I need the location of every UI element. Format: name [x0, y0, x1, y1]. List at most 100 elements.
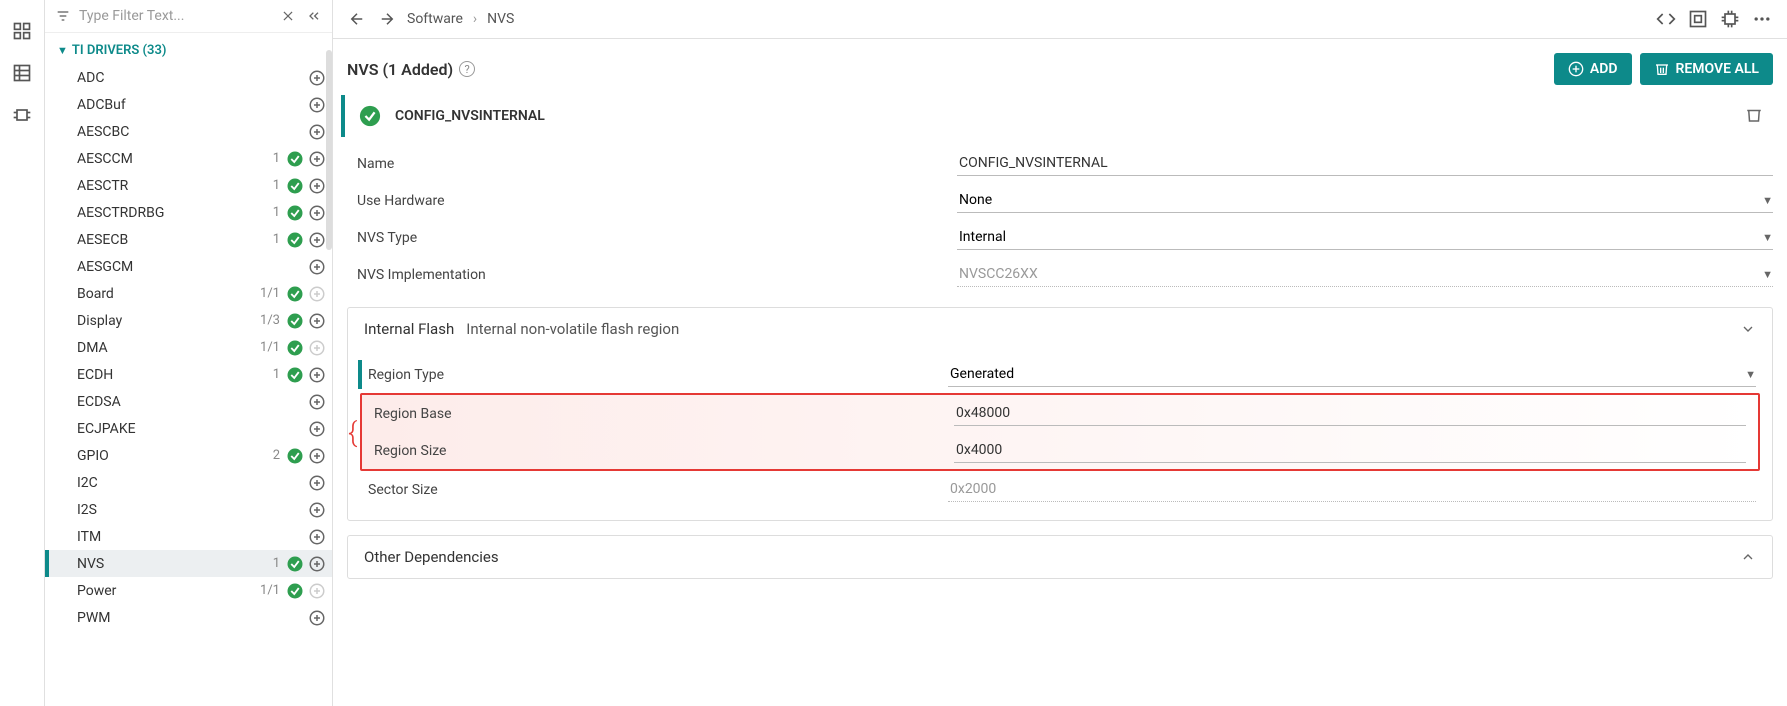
- check-circle-icon: [286, 123, 304, 141]
- breadcrumb-item[interactable]: NVS: [487, 11, 514, 27]
- plus-circle-icon[interactable]: [308, 258, 326, 276]
- tree-item[interactable]: Board1/1: [45, 280, 332, 307]
- config-bar[interactable]: CONFIG_NVSINTERNAL: [341, 95, 1779, 137]
- field-label: Use Hardware: [357, 193, 957, 209]
- tree-item-label: GPIO: [77, 448, 273, 464]
- main: Software › NVS NVS (1 Added) ? ADD REMOV…: [333, 0, 1787, 706]
- help-icon[interactable]: ?: [459, 61, 475, 77]
- plus-circle-icon[interactable]: [308, 609, 326, 627]
- plus-circle-icon[interactable]: [308, 366, 326, 384]
- remove-all-button[interactable]: REMOVE ALL: [1640, 53, 1774, 85]
- plus-circle-icon[interactable]: [308, 501, 326, 519]
- plus-circle-icon[interactable]: [308, 420, 326, 438]
- plus-circle-icon[interactable]: [308, 312, 326, 330]
- row-region-base: Region Base: [362, 395, 1758, 432]
- tree-item[interactable]: AESCBC: [45, 118, 332, 145]
- tree-item-label: ITM: [77, 529, 280, 545]
- plus-circle-icon[interactable]: [308, 474, 326, 492]
- tree-item[interactable]: AESGCM: [45, 253, 332, 280]
- tree-item[interactable]: GPIO2: [45, 442, 332, 469]
- tree-item-label: AESCCM: [77, 151, 273, 167]
- tree-group-header[interactable]: ▼ TI DRIVERS (33): [45, 37, 332, 64]
- add-button[interactable]: ADD: [1554, 53, 1632, 85]
- panel-header[interactable]: Other Dependencies: [348, 536, 1772, 578]
- plus-circle-icon[interactable]: [308, 204, 326, 222]
- tree-item[interactable]: ECDSA: [45, 388, 332, 415]
- scrollbar[interactable]: [326, 50, 332, 250]
- tree-item-count: 2: [273, 448, 280, 463]
- hardware-select[interactable]: ▼: [957, 188, 1773, 213]
- plus-circle-icon[interactable]: [308, 177, 326, 195]
- tree-item[interactable]: ADC: [45, 64, 332, 91]
- plus-circle-icon[interactable]: [308, 150, 326, 168]
- trash-icon[interactable]: [1745, 106, 1765, 126]
- check-circle-icon: [286, 285, 304, 303]
- collapse-icon[interactable]: [304, 6, 324, 26]
- tree-item-count: 1/1: [260, 286, 280, 301]
- form-row-hardware: Use Hardware ▼: [357, 182, 1773, 219]
- plus-circle-icon: [308, 339, 326, 357]
- tree-item[interactable]: I2S: [45, 496, 332, 523]
- panel-header[interactable]: Internal Flash Internal non-volatile fla…: [348, 308, 1772, 350]
- highlight-block: Region Base Region Size: [360, 393, 1760, 471]
- nvstype-select[interactable]: ▼: [957, 225, 1773, 250]
- name-input[interactable]: [957, 151, 1773, 176]
- tree-item[interactable]: ITM: [45, 523, 332, 550]
- back-button[interactable]: [347, 9, 367, 29]
- tree-item-count: 1: [273, 367, 280, 382]
- tree-item[interactable]: AESCCM1: [45, 145, 332, 172]
- tree-item[interactable]: NVS1: [45, 550, 332, 577]
- check-circle-icon: [286, 582, 304, 600]
- check-circle-icon: [286, 96, 304, 114]
- tree-item-count: 1/1: [260, 340, 280, 355]
- tree-item[interactable]: Display1/3: [45, 307, 332, 334]
- plus-circle-icon[interactable]: [308, 555, 326, 573]
- check-circle-icon: [286, 609, 304, 627]
- field-label: NVS Type: [357, 230, 957, 246]
- code-icon[interactable]: [1655, 8, 1677, 30]
- field-label: Region Type: [368, 367, 948, 383]
- plus-circle-icon[interactable]: [308, 447, 326, 465]
- tree-item[interactable]: ADCBuf: [45, 91, 332, 118]
- check-circle-icon: [286, 555, 304, 573]
- tree-item[interactable]: ECDH1: [45, 361, 332, 388]
- tree-item[interactable]: PWM: [45, 604, 332, 631]
- region-size-input[interactable]: [954, 438, 1746, 463]
- plus-circle-icon[interactable]: [308, 393, 326, 411]
- check-circle-icon: [286, 447, 304, 465]
- device-icon[interactable]: [1719, 8, 1741, 30]
- breadcrumb-item[interactable]: Software: [407, 11, 463, 27]
- plus-circle-icon[interactable]: [308, 69, 326, 87]
- remove-all-label: REMOVE ALL: [1676, 61, 1760, 77]
- tree-item[interactable]: Power1/1: [45, 577, 332, 604]
- panel-title: Internal Flash: [364, 320, 454, 338]
- impl-select[interactable]: ▼: [957, 262, 1773, 287]
- layout-icon[interactable]: [11, 20, 33, 42]
- plus-circle-icon[interactable]: [308, 96, 326, 114]
- tree-item-label: ECJPAKE: [77, 421, 280, 437]
- tree-item[interactable]: AESCTR1: [45, 172, 332, 199]
- region-base-input[interactable]: [954, 401, 1746, 426]
- tree-item[interactable]: AESCTRDRBG1: [45, 199, 332, 226]
- table-icon[interactable]: [11, 62, 33, 84]
- tree-item[interactable]: AESECB1: [45, 226, 332, 253]
- more-icon[interactable]: [1751, 8, 1773, 30]
- tree-item-label: PWM: [77, 610, 280, 626]
- forward-button[interactable]: [377, 9, 397, 29]
- plus-circle-icon: [308, 285, 326, 303]
- filter-input[interactable]: [79, 8, 272, 24]
- tree-item[interactable]: I2C: [45, 469, 332, 496]
- board-icon[interactable]: [1687, 8, 1709, 30]
- tree-item[interactable]: ECJPAKE: [45, 415, 332, 442]
- field-label: NVS Implementation: [357, 267, 957, 283]
- clear-filter-icon[interactable]: [278, 6, 298, 26]
- plus-circle-icon[interactable]: [308, 231, 326, 249]
- tree-item-label: AESECB: [77, 232, 273, 248]
- plus-circle-icon[interactable]: [308, 528, 326, 546]
- plus-circle-icon[interactable]: [308, 123, 326, 141]
- chip-icon[interactable]: [11, 104, 33, 126]
- filter-icon[interactable]: [53, 6, 73, 26]
- tree-item[interactable]: DMA1/1: [45, 334, 332, 361]
- tree-item-label: I2C: [77, 475, 280, 491]
- region-type-select[interactable]: ▼: [948, 362, 1756, 387]
